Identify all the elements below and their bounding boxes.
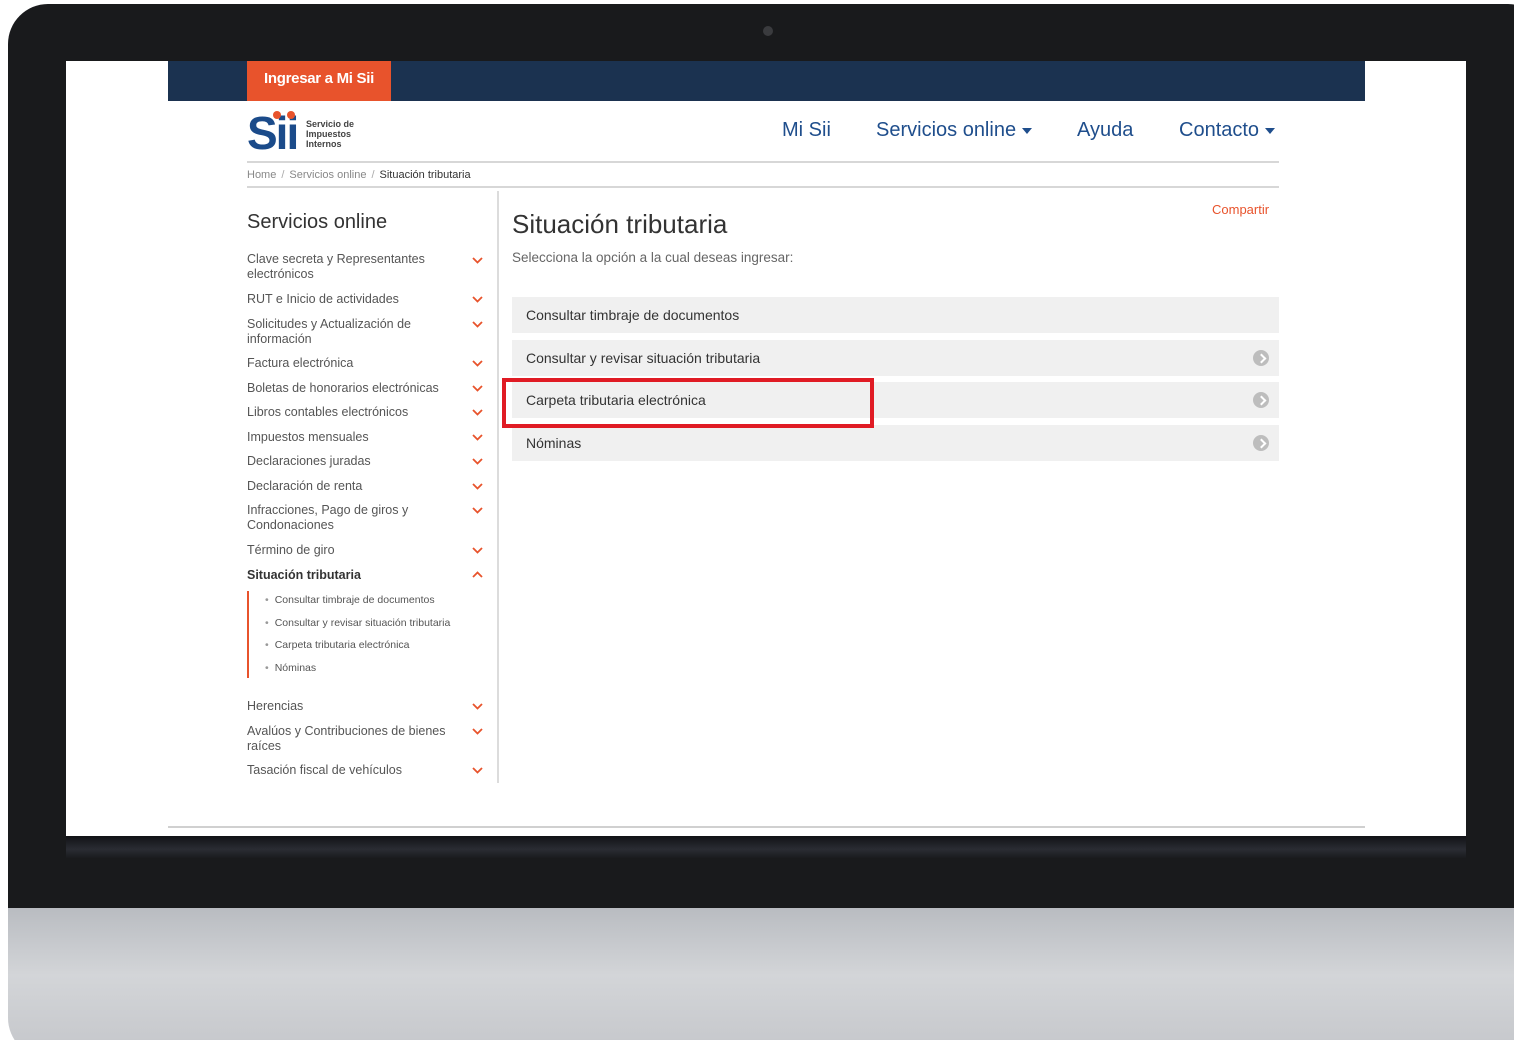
sidebar-item-factura[interactable]: Factura electrónica (247, 356, 477, 371)
sidebar-item-infracciones[interactable]: Infracciones, Pago de giros y Condonacio… (247, 503, 477, 533)
logo-text: Servicio de Impuestos Internos (306, 119, 355, 149)
submenu-item-nominas[interactable]: Nóminas (265, 662, 316, 674)
sidebar-item-renta[interactable]: Declaración de renta (247, 479, 477, 494)
footer-divider (168, 826, 1365, 828)
sidebar-item-tasacion[interactable]: Tasación fiscal de vehículos (247, 763, 477, 778)
breadcrumb-separator: / (371, 169, 375, 181)
breadcrumb-current: Situación tributaria (379, 169, 471, 181)
option-label: Consultar y revisar situación tributaria (526, 350, 761, 366)
chevron-down-icon[interactable] (472, 358, 483, 369)
camera-icon (763, 26, 773, 36)
chevron-circle-icon (1253, 392, 1269, 408)
option-label: Nóminas (526, 435, 582, 451)
screen: Ingresar a Mi Sii Sii Servicio de Impues… (66, 61, 1466, 836)
monitor-chin (8, 908, 1514, 1040)
sidebar-item-rut[interactable]: RUT e Inicio de actividades (247, 292, 477, 307)
sidebar-title: Servicios online (247, 211, 388, 233)
chevron-down-icon[interactable] (472, 407, 483, 418)
share-link[interactable]: Compartir (1212, 202, 1269, 217)
chevron-up-icon[interactable] (472, 569, 483, 580)
nav-contacto[interactable]: Contacto (1179, 119, 1276, 142)
chevron-down-icon[interactable] (472, 456, 483, 467)
nav-label: Contacto (1179, 119, 1260, 141)
chevron-down-icon[interactable] (472, 545, 483, 556)
login-button[interactable]: Ingresar a Mi Sii (247, 61, 391, 101)
sii-logo[interactable]: Sii Servicio de Impuestos Internos (247, 110, 377, 157)
breadcrumb: Home / Servicios online / Situación tributar… (247, 169, 471, 181)
nav-label: Ayuda (1077, 119, 1134, 141)
caret-down-icon (1265, 127, 1276, 134)
sidebar-divider (497, 191, 499, 783)
sidebar-item-impuestos[interactable]: Impuestos mensuales (247, 430, 477, 445)
nav-ayuda[interactable]: Ayuda (1077, 119, 1133, 142)
chevron-down-icon[interactable] (472, 432, 483, 443)
chevron-down-icon[interactable] (472, 255, 483, 266)
sidebar-item-solicitudes[interactable]: Solicitudes y Actualización de informaci… (247, 317, 477, 347)
option-label: Consultar timbraje de documentos (526, 307, 740, 323)
sidebar-item-declaraciones[interactable]: Declaraciones juradas (247, 454, 477, 469)
chevron-circle-icon (1253, 435, 1269, 451)
sidebar-item-situacion[interactable]: Situación tributaria (247, 568, 477, 583)
nav-label: Servicios online (876, 119, 1017, 141)
logo-dot (273, 111, 281, 119)
breadcrumb-home[interactable]: Home (247, 169, 276, 181)
chevron-down-icon[interactable] (472, 726, 483, 737)
breadcrumb-divider (247, 186, 1279, 188)
sidebar-item-boletas[interactable]: Boletas de honorarios electrónicas (247, 381, 477, 396)
breadcrumb-servicios[interactable]: Servicios online (289, 169, 366, 181)
caret-down-icon (1022, 127, 1033, 134)
nav-servicios-online[interactable]: Servicios online (876, 119, 1033, 142)
submenu-item-situacion[interactable]: Consultar y revisar situación tributaria (265, 617, 451, 629)
sidebar-item-herencias[interactable]: Herencias (247, 699, 477, 714)
sidebar-item-libros[interactable]: Libros contables electrónicos (247, 405, 477, 420)
option-nominas[interactable]: Nóminas (512, 425, 1279, 461)
chevron-down-icon[interactable] (472, 505, 483, 516)
nav-label: Mi Sii (782, 119, 831, 141)
sidebar-item-clave-secreta[interactable]: Clave secreta y Representantes electróni… (247, 252, 477, 282)
breadcrumb-separator: / (281, 169, 285, 181)
chevron-circle-icon (1253, 350, 1269, 366)
screen-bottom-strip (66, 836, 1466, 858)
chevron-down-icon[interactable] (472, 383, 483, 394)
page-title: Situación tributaria (512, 209, 728, 239)
submenu-item-carpeta[interactable]: Carpeta tributaria electrónica (265, 639, 410, 651)
chevron-down-icon[interactable] (472, 481, 483, 492)
chevron-down-icon[interactable] (472, 701, 483, 712)
nav-divider (247, 161, 1279, 163)
highlight-box (502, 378, 874, 428)
sidebar-item-termino[interactable]: Término de giro (247, 543, 477, 558)
sidebar-item-avaluos[interactable]: Avalúos y Contribuciones de bienes raíce… (247, 724, 477, 754)
intro-text: Selecciona la opción a la cual deseas in… (512, 250, 794, 265)
chevron-down-icon[interactable] (472, 765, 483, 776)
submenu-item-timbraje[interactable]: Consultar timbraje de documentos (265, 594, 435, 606)
nav-mi-sii[interactable]: Mi Sii (782, 119, 831, 142)
chevron-down-icon[interactable] (472, 294, 483, 305)
option-timbraje[interactable]: Consultar timbraje de documentos (512, 297, 1279, 333)
chevron-down-icon[interactable] (472, 319, 483, 330)
option-situacion[interactable]: Consultar y revisar situación tributaria (512, 340, 1279, 376)
logo-dot (287, 111, 295, 119)
